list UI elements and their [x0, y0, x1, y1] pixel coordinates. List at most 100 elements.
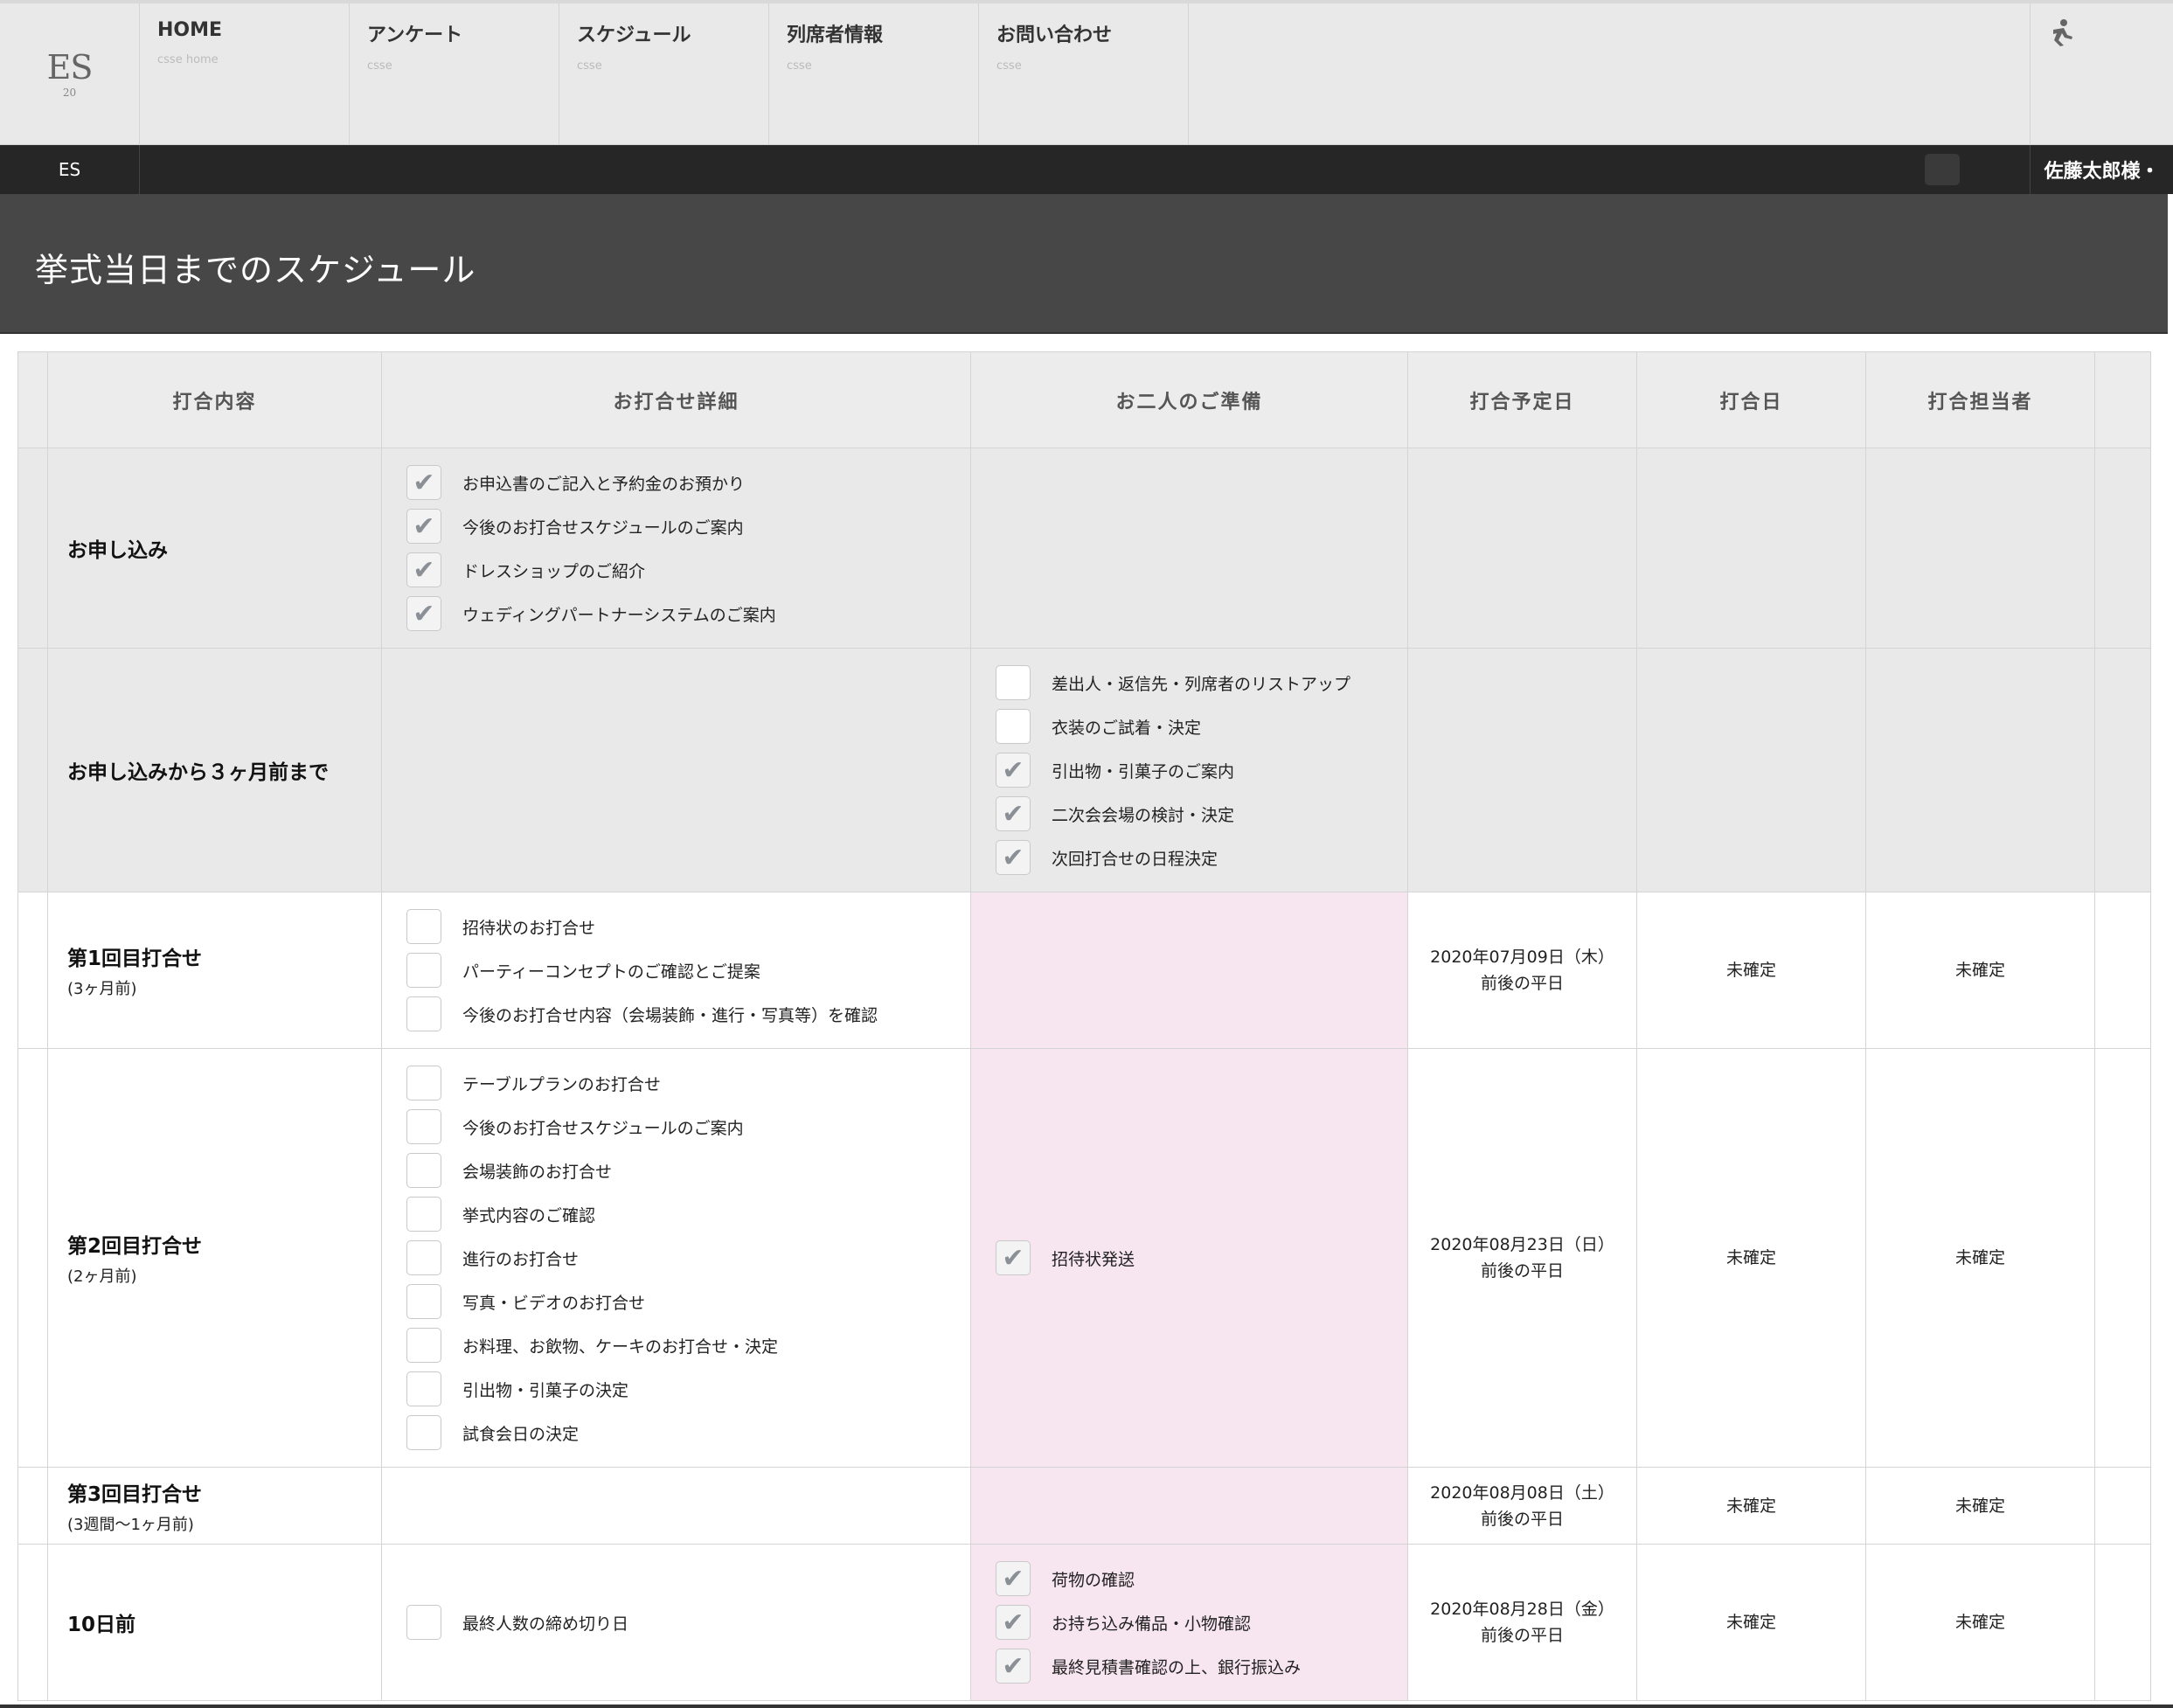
checkbox[interactable]: [996, 709, 1031, 744]
meeting-subtitle: (3週間〜1ヶ月前): [67, 1515, 194, 1534]
menu-toggle-button[interactable]: [1925, 154, 1960, 185]
checkbox[interactable]: [996, 665, 1031, 700]
checkbox[interactable]: [406, 1240, 441, 1275]
checkbox[interactable]: [406, 1197, 441, 1232]
checklist-item[interactable]: 進行のお打合せ: [406, 1236, 970, 1280]
nav-item-contact[interactable]: お問い合わせ csse: [979, 3, 1189, 145]
checkbox[interactable]: [406, 1328, 441, 1363]
checklist-item[interactable]: 挙式内容のご確認: [406, 1192, 970, 1236]
checkbox[interactable]: ✔: [996, 1605, 1031, 1640]
checkbox[interactable]: [406, 1109, 441, 1144]
checklist-item[interactable]: ✔ 今後のお打合せスケジュールのご案内: [406, 504, 970, 548]
nav-item-survey[interactable]: アンケート csse: [350, 3, 559, 145]
checkbox[interactable]: ✔: [406, 552, 441, 587]
staff-cell: [1865, 448, 2095, 649]
checklist-item[interactable]: 会場装飾のお打合せ: [406, 1149, 970, 1192]
checklist-item[interactable]: ✔ 次回打合せの日程決定: [996, 836, 1407, 879]
user-name-menu[interactable]: 佐藤太郎様・: [2030, 145, 2173, 194]
checklist-item[interactable]: ✔ 最終見積書確認の上、銀行振込み: [996, 1644, 1407, 1688]
checkbox[interactable]: [406, 996, 441, 1031]
checklist-item[interactable]: 写真・ビデオのお打合せ: [406, 1280, 970, 1323]
checklist-item[interactable]: 招待状のお打合せ: [406, 905, 970, 948]
nav-item-schedule[interactable]: スケジュール csse: [559, 3, 769, 145]
meeting-details-cell: [381, 1467, 971, 1545]
top-navigation: ES 20 HOME csse home アンケート csse スケジュール c…: [0, 0, 2173, 145]
checklist-item[interactable]: ✔ 招待状発送: [996, 1236, 1407, 1280]
checklist-label: パーティーコンセプトのご確認とご提案: [462, 962, 760, 982]
checkbox[interactable]: [406, 1284, 441, 1319]
table-row: 第2回目打合せ (2ヶ月前) テーブルプランのお打合せ 今後のお打合せスケジュールのご…: [17, 1048, 2151, 1468]
checklist-label: 進行のお打合せ: [462, 1249, 580, 1269]
checkbox[interactable]: [406, 909, 441, 944]
checkbox[interactable]: ✔: [406, 596, 441, 631]
nav-item-label: アンケート: [367, 24, 463, 46]
nav-item-sublabel: csse: [577, 59, 602, 73]
nav-item-guests[interactable]: 列席者情報 csse: [769, 3, 979, 145]
user-figure-icon: [2053, 19, 2072, 46]
checkbox[interactable]: [406, 1371, 441, 1406]
checklist-label: お持ち込み備品・小物確認: [1052, 1614, 1252, 1634]
staff-cell: [1865, 648, 2095, 892]
check-mark-icon: ✔: [1002, 754, 1024, 786]
checkbox[interactable]: [406, 1605, 441, 1640]
meeting-content-cell: 第2回目打合せ (2ヶ月前): [47, 1048, 382, 1468]
checkbox[interactable]: ✔: [996, 1561, 1031, 1596]
check-mark-icon: ✔: [1002, 1607, 1024, 1638]
meeting-date-cell: 未確定: [1636, 892, 1866, 1049]
nav-item-sublabel: csse: [996, 59, 1022, 73]
checkbox[interactable]: ✔: [996, 796, 1031, 831]
checkbox[interactable]: ✔: [406, 465, 441, 500]
checkbox[interactable]: ✔: [996, 840, 1031, 875]
checklist-item[interactable]: パーティーコンセプトのご確認とご提案: [406, 948, 970, 992]
checkbox[interactable]: [406, 1153, 441, 1188]
checkbox[interactable]: ✔: [406, 509, 441, 544]
checkbox[interactable]: ✔: [996, 753, 1031, 788]
check-mark-icon: ✔: [1002, 842, 1024, 873]
user-menu-button[interactable]: [2030, 3, 2173, 145]
meeting-date-cell: 未確定: [1636, 1544, 1866, 1701]
checklist-label: 二次会会場の検討・決定: [1052, 805, 1235, 825]
checklist-item[interactable]: お料理、お飲物、ケーキのお打合せ・決定: [406, 1323, 970, 1367]
header-couple-preparation: お二人のご準備: [970, 351, 1408, 448]
logo-mark: ES: [46, 48, 94, 87]
checklist-item[interactable]: 試食会日の決定: [406, 1411, 970, 1455]
check-mark-icon: ✔: [413, 467, 435, 498]
meeting-subtitle: (2ヶ月前): [67, 1267, 137, 1286]
checklist-item[interactable]: ✔ お申込書のご記入と予約金のお預かり: [406, 461, 970, 504]
checklist-item[interactable]: テーブルプランのお打合せ: [406, 1061, 970, 1105]
checklist-item[interactable]: 最終人数の締め切り日: [406, 1600, 970, 1644]
check-mark-icon: ✔: [1002, 1650, 1024, 1682]
meeting-details-cell: テーブルプランのお打合せ 今後のお打合せスケジュールのご案内 会場装飾のお打合せ挙式…: [381, 1048, 971, 1468]
nav-item-home[interactable]: HOME csse home: [140, 3, 350, 145]
checklist-item[interactable]: 衣装のご試着・決定: [996, 705, 1407, 748]
checklist-item[interactable]: 今後のお打合せ内容（会場装飾・進行・写真等）を確認: [406, 992, 970, 1036]
checkbox[interactable]: ✔: [996, 1649, 1031, 1684]
site-logo[interactable]: ES 20: [0, 3, 140, 145]
row-spacer-end: [2094, 892, 2151, 1049]
checklist-item[interactable]: ✔ お持ち込み備品・小物確認: [996, 1600, 1407, 1644]
checklist-item[interactable]: ✔ 荷物の確認: [996, 1557, 1407, 1600]
checkbox[interactable]: [406, 953, 441, 988]
checklist-label: 試食会日の決定: [462, 1424, 580, 1444]
checkbox[interactable]: [406, 1066, 441, 1100]
checklist-item[interactable]: 今後のお打合せスケジュールのご案内: [406, 1105, 970, 1149]
checklist-label: 今後のお打合せスケジュールのご案内: [462, 517, 744, 538]
checklist-item[interactable]: ✔ 引出物・引菓子のご案内: [996, 748, 1407, 792]
row-spacer-end: [2094, 1544, 2151, 1701]
checklist-item[interactable]: 引出物・引菓子の決定: [406, 1367, 970, 1411]
sub-bar: ES 佐藤太郎様・: [0, 145, 2173, 194]
checklist-item[interactable]: ✔ ドレスショップのご紹介: [406, 548, 970, 592]
checklist-label: 差出人・返信先・列席者のリストアップ: [1052, 674, 1351, 694]
checklist-item[interactable]: ✔ ウェディングパートナーシステムのご案内: [406, 592, 970, 635]
planned-date-cell: [1407, 448, 1637, 649]
checklist-label: 挙式内容のご確認: [462, 1205, 596, 1225]
planned-date: 2020年08月23日（日）: [1430, 1235, 1614, 1254]
brand-label[interactable]: ES: [0, 145, 140, 194]
checkbox[interactable]: [406, 1415, 441, 1450]
checklist-item[interactable]: 差出人・返信先・列席者のリストアップ: [996, 661, 1407, 705]
checklist-item[interactable]: ✔ 二次会会場の検討・決定: [996, 792, 1407, 836]
logo-sub: 20: [62, 87, 77, 99]
table-row: お申し込みから３ヶ月前まで 差出人・返信先・列席者のリストアップ 衣装のご試着・決定…: [17, 648, 2151, 892]
checklist-label: 招待状のお打合せ: [462, 918, 596, 938]
checkbox[interactable]: ✔: [996, 1240, 1031, 1275]
